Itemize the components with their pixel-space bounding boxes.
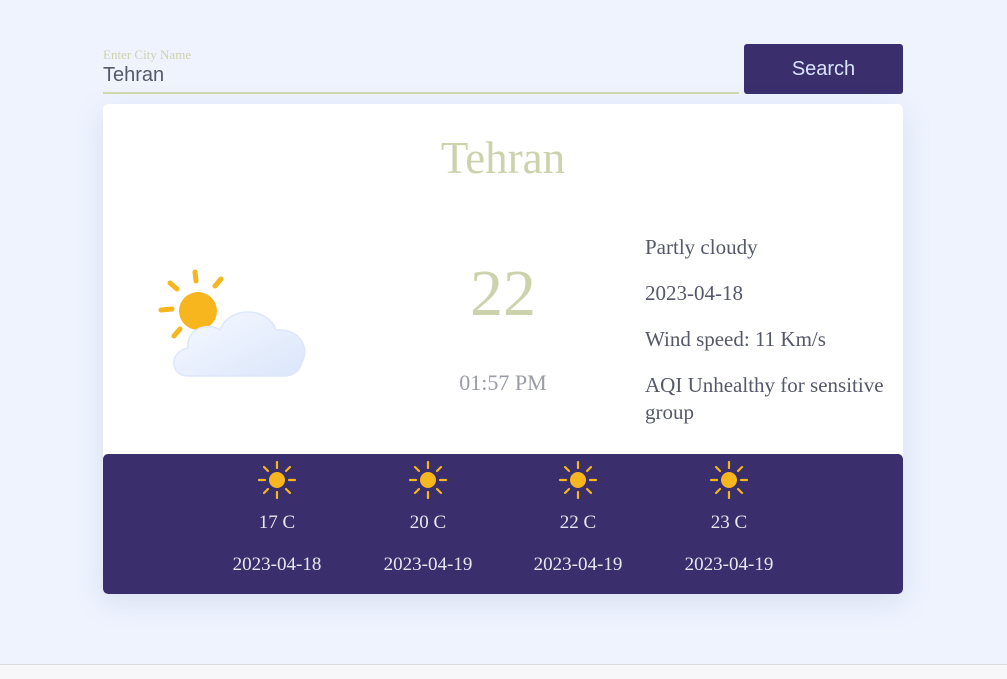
forecast-item: 22 C 2023-04-19: [513, 454, 643, 576]
date-text: 2023-04-18: [645, 281, 743, 305]
forecast-date: 2023-04-19: [383, 554, 473, 575]
city-title: Tehran: [440, 133, 566, 183]
forecast-date: 2023-04-19: [684, 554, 774, 575]
forecast-date: 2023-04-18: [232, 554, 322, 575]
current-temperature: 22: [470, 257, 536, 330]
sun-icon: [257, 460, 297, 500]
sun-icon: [709, 460, 749, 500]
weather-details: Partly cloudy 2023-04-18 Wind speed: 11 …: [645, 234, 885, 445]
forecast-date: 2023-04-19: [533, 554, 623, 575]
forecast-temp: 22 C: [559, 512, 597, 533]
city-input[interactable]: [103, 62, 739, 88]
weather-card: Tehran 22 01:57 PM Partly cloudy 2023-04…: [103, 104, 903, 594]
city-field: Enter City Name: [103, 44, 739, 94]
search-bar: Enter City Name Search: [103, 44, 903, 94]
page-footer-strip: [0, 664, 1007, 679]
forecast-item: 20 C 2023-04-19: [363, 454, 493, 576]
condition-text: Partly cloudy: [645, 235, 758, 259]
forecast-strip: 17 C 2023-04-18 20 C 2023-04-19 22 C 202…: [103, 454, 903, 594]
forecast-temp: 17 C: [258, 512, 296, 533]
forecast-item: 23 C 2023-04-19: [664, 454, 794, 576]
current-time: 01:57 PM: [459, 370, 547, 395]
forecast-temp: 20 C: [409, 512, 447, 533]
city-field-label: Enter City Name: [103, 47, 192, 62]
sun-icon: [558, 460, 598, 500]
aqi-text: AQI Unhealthy for sensitive group: [645, 373, 884, 424]
forecast-item: 17 C 2023-04-18: [212, 454, 342, 576]
partly-cloudy-icon: [158, 269, 306, 377]
forecast-temp: 23 C: [710, 512, 748, 533]
sun-icon: [408, 460, 448, 500]
wind-speed-text: Wind speed: 11 Km/s: [645, 327, 826, 351]
search-button[interactable]: Search: [744, 44, 903, 94]
